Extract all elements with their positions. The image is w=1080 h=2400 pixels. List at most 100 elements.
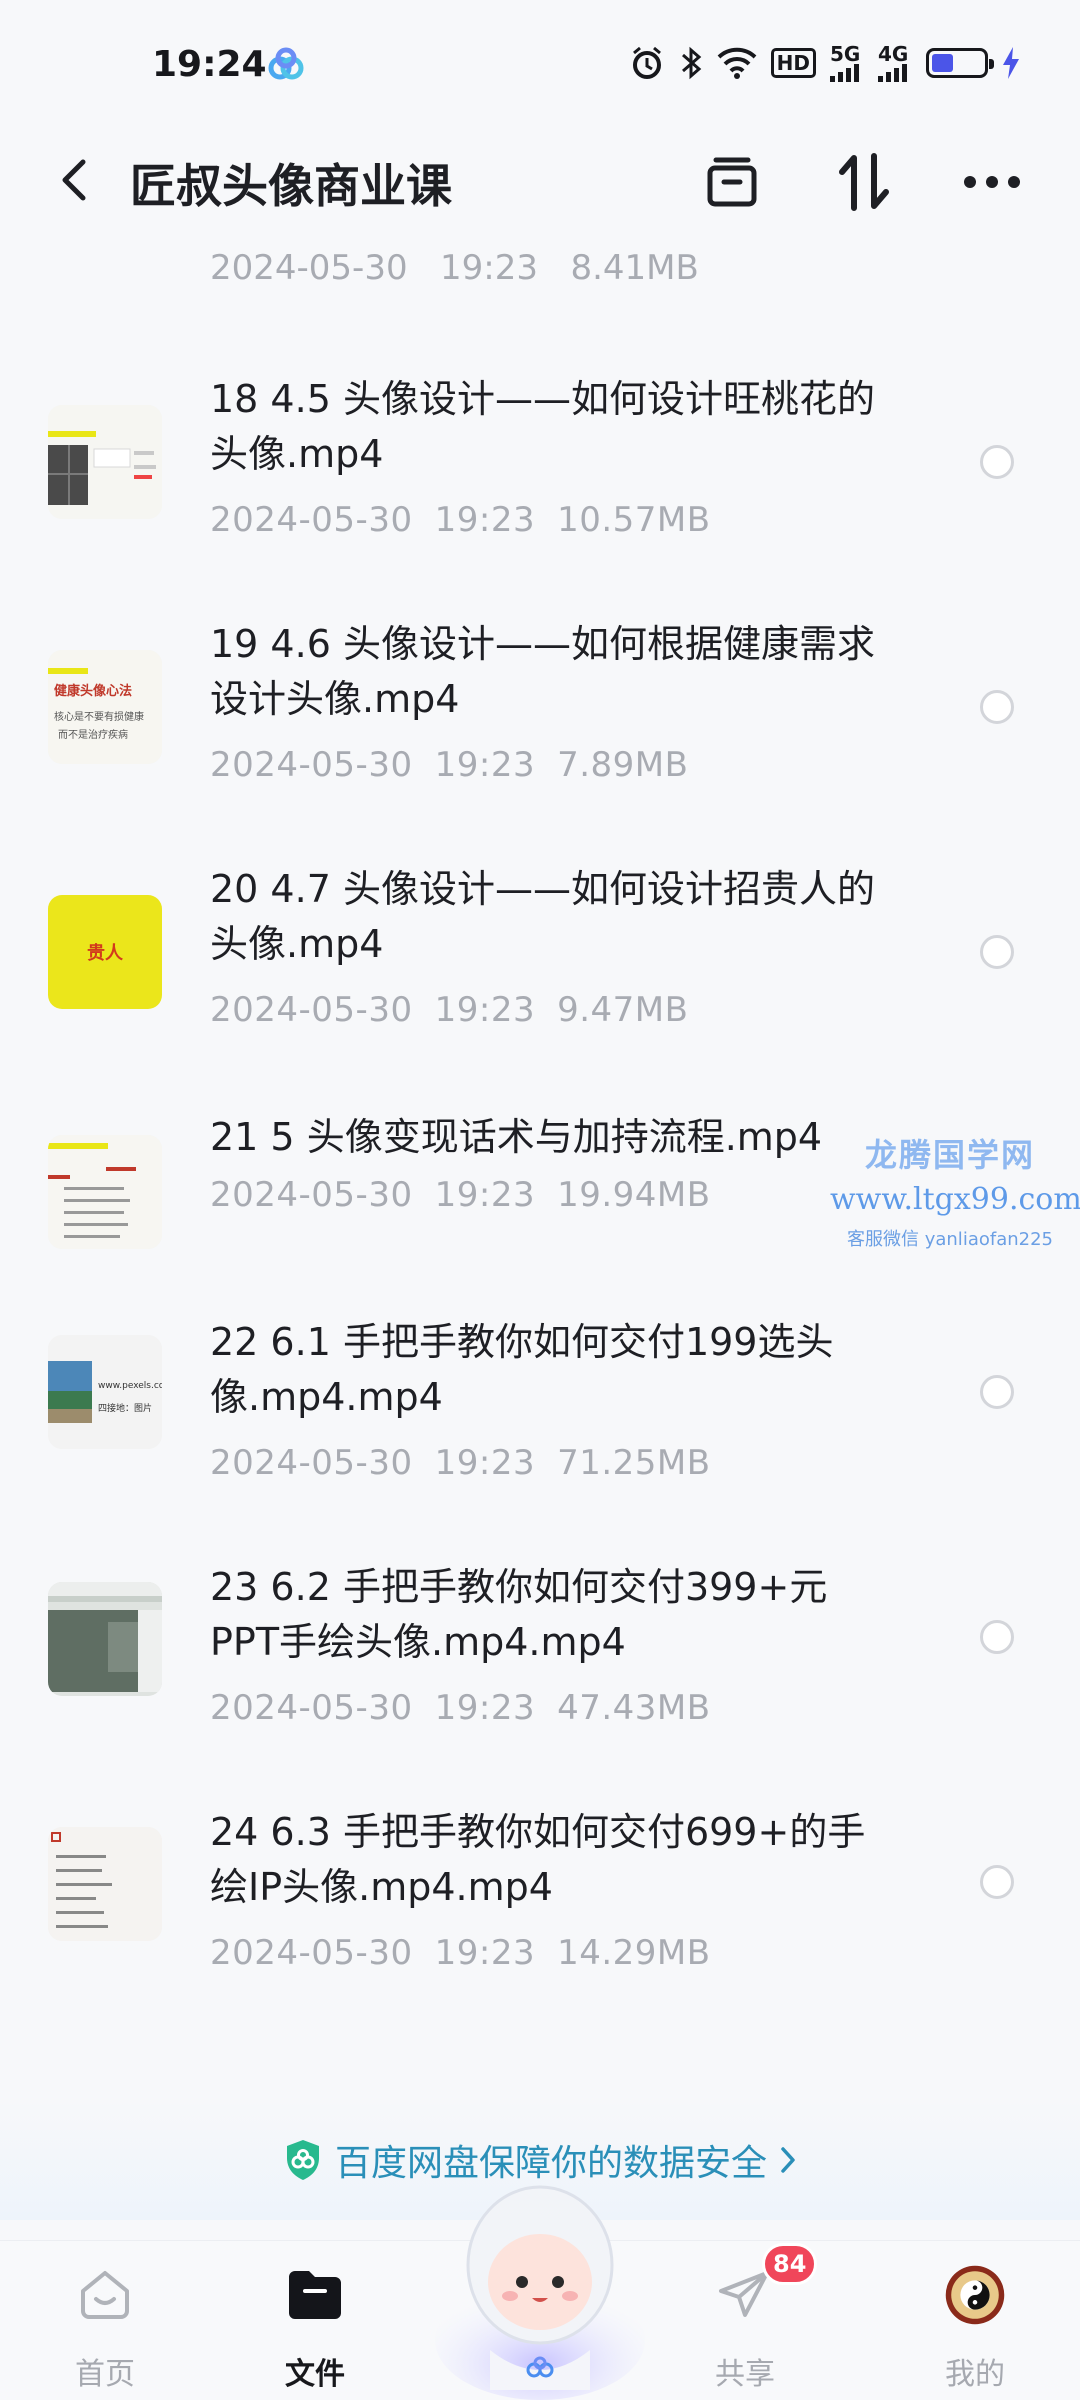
file-time: 19:23: [434, 1688, 536, 1728]
file-time: 19:23: [434, 1443, 536, 1483]
sort-icon: [839, 153, 889, 211]
file-meta: 2024-05-30 19:23 71.25MB: [210, 1443, 733, 1483]
file-size: 10.57MB: [557, 500, 711, 540]
mascot-center-button[interactable]: [430, 2170, 650, 2400]
video-thumbnail[interactable]: [48, 1582, 162, 1696]
thumb-line-1: 核心是不要有损健康: [54, 712, 144, 723]
select-checkbox[interactable]: [980, 445, 1014, 479]
signal-5g-icon: 5G: [830, 44, 864, 82]
file-time: 19:23: [440, 248, 539, 288]
nav-item-files[interactable]: 文件: [240, 2241, 390, 2400]
file-size: 14.29MB: [557, 1933, 711, 1973]
header: 匠叔头像商业课: [0, 130, 1080, 230]
nav-item-share[interactable]: 84 共享: [670, 2241, 820, 2400]
thumb-title: 贵人: [87, 943, 123, 964]
hd-label: HD: [776, 51, 810, 75]
file-size: 9.47MB: [557, 990, 689, 1030]
thumb-title: 健康头像心法: [54, 684, 133, 699]
file-time: 19:23: [434, 745, 536, 785]
video-thumbnail[interactable]: [48, 405, 162, 519]
video-thumbnail[interactable]: 贵人: [48, 895, 162, 1009]
file-name-line-2: 绘IP头像.mp4.mp4: [210, 1865, 553, 1909]
thumb-line-2: 四接地：图片: [98, 1404, 153, 1414]
file-meta: 2024-05-30 19:23 47.43MB: [210, 1688, 733, 1728]
shield-icon: [286, 2140, 319, 2180]
video-thumbnail[interactable]: 健康头像心法 核心是不要有损健康 而不是治疗疾病: [48, 650, 162, 764]
video-thumbnail[interactable]: www.pexels.com 四接地：图片: [48, 1335, 162, 1449]
file-item[interactable]: 24 6.3 手把手教你如何交付699+的手 绘IP头像.mp4.mp4 202…: [0, 1805, 1080, 2035]
file-name-line-1: 24 6.3 手把手教你如何交付699+的手: [210, 1810, 866, 1854]
network-4g-label: 4G: [878, 42, 909, 66]
battery-icon: [926, 48, 994, 78]
file-name: 24 6.3 手把手教你如何交付699+的手 绘IP头像.mp4.mp4: [210, 1805, 930, 1915]
file-meta: 2024-05-30 19:23 14.29MB: [210, 1933, 733, 1973]
file-item[interactable]: 贵人 20 4.7 头像设计——如何设计招贵人的 头像.mp4 2024-05-…: [0, 850, 1080, 1080]
page-title: 匠叔头像商业课: [130, 159, 452, 213]
network-5g-label: 5G: [830, 42, 861, 66]
chevron-right-icon: [781, 2147, 795, 2173]
file-name-line-2: 头像.mp4: [210, 432, 384, 476]
file-date: 2024-05-30: [210, 500, 413, 540]
file-name-line-2: 设计头像.mp4: [210, 677, 460, 721]
file-size: 71.25MB: [557, 1443, 711, 1483]
alarm-icon: [629, 45, 665, 81]
file-meta: 2024-05-30 19:23 19.94MB: [210, 1175, 733, 1215]
file-time: 19:23: [434, 500, 536, 540]
video-thumbnail[interactable]: [48, 1135, 162, 1249]
folder-icon: [283, 2263, 347, 2327]
file-name-line-1: 22 6.1 手把手教你如何交付199选头: [210, 1320, 834, 1364]
partial-file-meta: 2024-05-30 19:23 8.41MB: [210, 248, 699, 288]
baidu-netdisk-status-icon: [266, 46, 306, 90]
file-date: 2024-05-30: [210, 1933, 413, 1973]
file-item[interactable]: www.pexels.com 四接地：图片 22 6.1 手把手教你如何交付19…: [0, 1315, 1080, 1545]
sort-button[interactable]: [832, 150, 896, 214]
share-badge: 84: [762, 2243, 818, 2285]
nav-label-profile: 我的: [945, 2357, 1005, 2392]
file-size: 8.41MB: [570, 248, 699, 288]
multi-select-button[interactable]: [700, 150, 764, 214]
home-icon: [73, 2263, 137, 2327]
file-meta: 2024-05-30 19:23 10.57MB: [210, 500, 733, 540]
file-date: 2024-05-30: [210, 745, 413, 785]
select-checkbox[interactable]: [980, 690, 1014, 724]
file-date: 2024-05-30: [210, 1443, 413, 1483]
multi-select-icon: [707, 157, 757, 207]
nav-item-home[interactable]: 首页: [30, 2241, 180, 2400]
thumb-line-2: 而不是治疗疾病: [58, 730, 128, 741]
back-icon: [62, 159, 86, 201]
select-checkbox[interactable]: [980, 935, 1014, 969]
watermark-title: 龙腾国学网: [864, 1136, 1035, 1174]
select-checkbox[interactable]: [980, 1620, 1014, 1654]
file-time: 19:23: [434, 990, 536, 1030]
bluetooth-icon: [679, 45, 703, 81]
file-size: 47.43MB: [557, 1688, 711, 1728]
nav-item-profile[interactable]: 我的: [900, 2241, 1050, 2400]
file-name-line-1: 23 6.2 手把手教你如何交付399+元: [210, 1565, 828, 1609]
file-name-line-1: 19 4.6 头像设计——如何根据健康需求: [210, 622, 875, 666]
profile-avatar-icon: [943, 2263, 1007, 2327]
more-button[interactable]: [960, 150, 1024, 214]
select-checkbox[interactable]: [980, 1865, 1014, 1899]
charging-icon: [1002, 47, 1020, 79]
file-time: 19:23: [434, 1933, 536, 1973]
file-name-line-1: 20 4.7 头像设计——如何设计招贵人的: [210, 867, 875, 911]
file-name: 21 5 头像变现话术与加持流程.mp4: [210, 1110, 930, 1165]
file-date: 2024-05-30: [210, 1175, 413, 1215]
watermark: 龙腾国学网 www.ltgx99.com 客服微信 yanliaofan225: [830, 1130, 1080, 1251]
file-item[interactable]: 健康头像心法 核心是不要有损健康 而不是治疗疾病 19 4.6 头像设计——如何…: [0, 605, 1080, 835]
file-item[interactable]: 18 4.5 头像设计——如何设计旺桃花的 头像.mp4 2024-05-30 1…: [0, 360, 1080, 590]
video-thumbnail[interactable]: [48, 1827, 162, 1941]
more-icon: [964, 176, 1020, 188]
nav-label-share: 共享: [715, 2357, 775, 2392]
status-time: 19:24: [152, 44, 267, 85]
file-time: 19:23: [434, 1175, 536, 1215]
file-name: 23 6.2 手把手教你如何交付399+元 PPT手绘头像.mp4.mp4: [210, 1560, 930, 1670]
file-date: 2024-05-30: [210, 1688, 413, 1728]
file-name-line-2: PPT手绘头像.mp4.mp4: [210, 1620, 626, 1664]
file-name-line-1: 21 5 头像变现话术与加持流程.mp4: [210, 1115, 823, 1159]
file-name: 19 4.6 头像设计——如何根据健康需求 设计头像.mp4: [210, 617, 930, 727]
signal-4g-icon: 4G: [878, 44, 912, 82]
back-button[interactable]: [46, 152, 102, 208]
file-item[interactable]: 23 6.2 手把手教你如何交付399+元 PPT手绘头像.mp4.mp4 20…: [0, 1560, 1080, 1790]
select-checkbox[interactable]: [980, 1375, 1014, 1409]
